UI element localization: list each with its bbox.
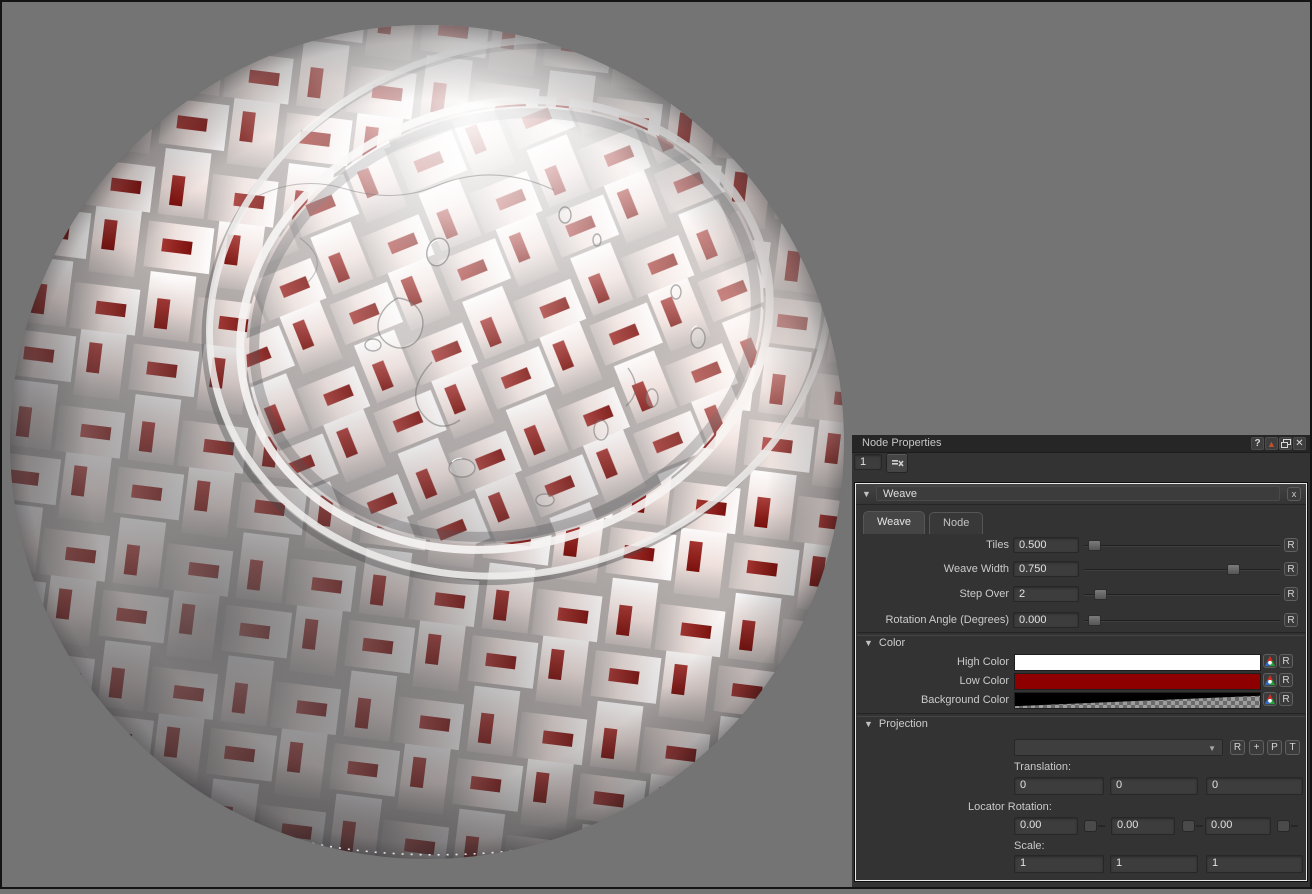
locator-rotation-label: Locator Rotation: xyxy=(968,800,1052,814)
group-header[interactable]: ▼ Weave x xyxy=(856,484,1306,505)
collapse-arrow-icon: ▼ xyxy=(864,638,873,648)
param-label: Weave Width xyxy=(856,561,1009,578)
tab-strip: Weave Node xyxy=(863,511,983,534)
projection-add-button[interactable]: + xyxy=(1249,740,1264,755)
param-label: High Color xyxy=(856,654,1009,670)
preset-index-field[interactable]: 1 xyxy=(854,454,882,470)
rotation-x-mini-slider[interactable] xyxy=(1084,820,1097,832)
titlebar-icons: ? ▲ ✕ xyxy=(1251,437,1306,450)
projection-t-button[interactable]: T xyxy=(1285,740,1300,755)
param-label: Rotation Angle (Degrees) xyxy=(856,612,1009,629)
scale-z-field[interactable]: 1 xyxy=(1206,855,1303,873)
weave-node-groupbox: ▼ Weave x Weave Node Tiles 0.500 R Weave… xyxy=(855,483,1307,881)
projection-section-header[interactable]: ▼ Projection xyxy=(864,717,928,731)
step-over-value-field[interactable]: 2 xyxy=(1013,586,1079,602)
collapse-arrow-icon[interactable]: ▼ xyxy=(862,489,871,499)
param-row-rotation-angle: Rotation Angle (Degrees) 0.000 R xyxy=(856,612,1306,629)
color-row-high: High Color R xyxy=(856,654,1306,670)
rotation-z-field[interactable]: 0.00 xyxy=(1205,817,1271,835)
pin-icon[interactable]: ▲ xyxy=(1265,437,1278,450)
rotation-angle-slider[interactable] xyxy=(1084,612,1280,629)
slider-handle[interactable] xyxy=(1088,540,1101,551)
help-icon[interactable]: ? xyxy=(1251,437,1264,450)
rotation-angle-value-field[interactable]: 0.000 xyxy=(1013,612,1079,628)
translation-y-field[interactable]: 0 xyxy=(1110,777,1198,795)
color-row-background: Background Color R xyxy=(856,692,1306,708)
section-title: Projection xyxy=(879,718,928,730)
tab-node[interactable]: Node xyxy=(929,512,983,534)
translation-z-field[interactable]: 0 xyxy=(1206,777,1303,795)
alpha-wedge xyxy=(1015,693,1260,708)
projection-reset-button[interactable]: R xyxy=(1230,740,1245,755)
reset-button[interactable]: R xyxy=(1279,654,1293,668)
reset-button[interactable]: R xyxy=(1284,538,1298,552)
reset-button[interactable]: R xyxy=(1279,673,1293,687)
param-label: Low Color xyxy=(856,673,1009,689)
rgb-triangle-icon xyxy=(1264,674,1276,686)
reset-button[interactable]: R xyxy=(1284,562,1298,576)
color-picker-button[interactable] xyxy=(1263,692,1277,706)
remove-node-button[interactable]: x xyxy=(1287,487,1301,501)
scale-label: Scale: xyxy=(1014,839,1045,853)
scale-y-field[interactable]: 1 xyxy=(1110,855,1198,873)
reset-button[interactable]: R xyxy=(1279,692,1293,706)
param-row-weave-width: Weave Width 0.750 R xyxy=(856,561,1306,578)
reset-button[interactable]: R xyxy=(1284,587,1298,601)
projection-p-button[interactable]: P xyxy=(1267,740,1282,755)
color-picker-button[interactable] xyxy=(1263,673,1277,687)
rgb-triangle-icon xyxy=(1264,655,1276,667)
panel-titlebar[interactable]: Node Properties ? ▲ ✕ xyxy=(852,435,1312,453)
color-row-low: Low Color R xyxy=(856,673,1306,689)
slider-handle[interactable] xyxy=(1094,589,1107,600)
scale-x-field[interactable]: 1 xyxy=(1014,855,1104,873)
panel-title: Node Properties xyxy=(862,435,942,452)
slider-handle[interactable] xyxy=(1227,564,1240,575)
node-name-field[interactable]: Weave xyxy=(876,486,1280,501)
param-label: Background Color xyxy=(856,692,1009,708)
weave-width-slider[interactable] xyxy=(1084,561,1280,578)
tiles-value-field[interactable]: 0.500 xyxy=(1013,537,1079,553)
high-color-swatch[interactable] xyxy=(1014,654,1261,671)
step-over-slider[interactable] xyxy=(1084,586,1280,603)
rotation-z-mini-slider[interactable] xyxy=(1277,820,1290,832)
param-row-tiles: Tiles 0.500 R xyxy=(856,537,1306,554)
close-icon[interactable]: ✕ xyxy=(1293,437,1306,450)
tiles-slider[interactable] xyxy=(1084,537,1280,554)
collapse-arrow-icon: ▼ xyxy=(864,719,873,729)
param-label: Tiles xyxy=(856,537,1009,554)
rgb-triangle-icon xyxy=(1264,693,1276,705)
slider-handle[interactable] xyxy=(1088,615,1101,626)
sync-filter-icon xyxy=(891,458,904,469)
rotation-y-mini-slider[interactable] xyxy=(1182,820,1195,832)
tab-weave[interactable]: Weave xyxy=(863,511,925,534)
restore-window-icon[interactable] xyxy=(1279,437,1292,450)
projection-locator-dropdown[interactable]: ▼ xyxy=(1014,739,1223,756)
dropdown-value xyxy=(1015,741,1021,753)
rotation-fields-row: 0.00 0.00 0.00 xyxy=(856,817,1308,835)
rotation-x-field[interactable]: 0.00 xyxy=(1014,817,1078,835)
translation-x-field[interactable]: 0 xyxy=(1014,777,1104,795)
reset-button[interactable]: R xyxy=(1284,613,1298,627)
color-section-header[interactable]: ▼ Color xyxy=(864,636,905,650)
rotation-y-field[interactable]: 0.00 xyxy=(1111,817,1175,835)
color-picker-button[interactable] xyxy=(1263,654,1277,668)
param-label: Step Over xyxy=(856,586,1009,603)
sync-filter-button[interactable] xyxy=(886,453,908,473)
background-color-swatch[interactable] xyxy=(1014,692,1261,709)
translation-label: Translation: xyxy=(1014,760,1071,774)
weave-width-value-field[interactable]: 0.750 xyxy=(1013,561,1079,577)
section-divider xyxy=(857,632,1305,636)
chevron-down-icon: ▼ xyxy=(1208,744,1216,753)
node-properties-panel: Node Properties ? ▲ ✕ 1 ▼ Weave x xyxy=(852,435,1312,887)
param-row-step-over: Step Over 2 R xyxy=(856,586,1306,603)
shader-ball-sphere xyxy=(0,0,895,889)
app-window: Node Properties ? ▲ ✕ 1 ▼ Weave x xyxy=(0,0,1312,889)
low-color-swatch[interactable] xyxy=(1014,673,1261,690)
section-title: Color xyxy=(879,637,905,649)
